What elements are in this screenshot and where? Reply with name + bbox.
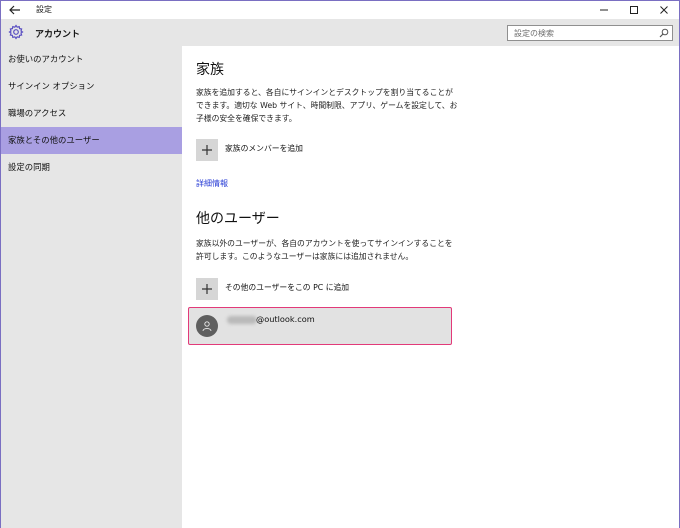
sidebar-item-family-other-users[interactable]: 家族とその他のユーザー <box>1 127 182 154</box>
content-pane: 設定の検索 家族 家族を追加すると、各自にサインインとデスクトップを割り当てるこ… <box>182 19 679 528</box>
other-users-description: 家族以外のユーザーが、各自のアカウントを使ってサインインすることを許可します。こ… <box>196 239 453 261</box>
sidebar-item-sign-in-options[interactable]: サインイン オプション <box>1 73 182 100</box>
close-button[interactable] <box>649 1 679 19</box>
title-bar: 設定 <box>1 1 679 19</box>
family-heading: 家族 <box>196 62 224 78</box>
sidebar-item-work-access[interactable]: 職場のアクセス <box>1 100 182 127</box>
navigation-pane: アカウント お使いのアカウント サインイン オプション 職場のアクセス 家族とそ… <box>1 19 182 528</box>
learn-more-link[interactable]: 詳細情報 <box>196 178 228 189</box>
app-header: アカウント <box>1 19 182 46</box>
search-bar-area: 設定の検索 <box>182 19 679 46</box>
user-account-item[interactable]: @outlook.com <box>188 307 452 345</box>
arrow-left-icon <box>9 5 20 15</box>
plus-icon <box>202 145 212 155</box>
avatar <box>196 315 218 337</box>
add-family-member-label[interactable]: 家族のメンバーを追加 <box>225 143 303 154</box>
family-description: 家族を追加すると、各自にサインインとデスクトップを割り当てることができます。適切… <box>196 88 458 123</box>
sidebar-item-sync-settings[interactable]: 設定の同期 <box>1 154 182 181</box>
minimize-button[interactable] <box>589 1 619 19</box>
add-family-member-button[interactable] <box>196 139 218 161</box>
search-input[interactable]: 設定の検索 <box>507 25 673 41</box>
close-icon <box>660 6 668 14</box>
search-icon[interactable] <box>659 28 669 38</box>
sidebar-nav: お使いのアカウント サインイン オプション 職場のアクセス 家族とその他のユーザ… <box>1 46 182 181</box>
add-other-user-label[interactable]: その他のユーザーをこの PC に追加 <box>225 282 349 293</box>
maximize-icon <box>630 6 638 14</box>
window-title: 設定 <box>36 5 52 14</box>
back-button[interactable] <box>7 2 23 18</box>
window-controls <box>589 1 679 19</box>
other-users-heading: 他のユーザー <box>196 211 280 227</box>
sidebar-item-your-account[interactable]: お使いのアカウント <box>1 46 182 73</box>
search-placeholder: 設定の検索 <box>514 29 554 38</box>
user-icon <box>202 321 212 332</box>
blurred-username <box>227 316 257 324</box>
settings-window: 設定 アカウント お使いのアカウント サインイン オプション 職場のアクセス 家… <box>0 0 680 528</box>
minimize-icon <box>600 9 608 11</box>
plus-icon <box>202 284 212 294</box>
gear-icon <box>8 24 24 40</box>
add-other-user-button[interactable] <box>196 278 218 300</box>
maximize-button[interactable] <box>619 1 649 19</box>
account-email-domain: @outlook.com <box>256 314 315 324</box>
page-title: アカウント <box>35 30 81 40</box>
